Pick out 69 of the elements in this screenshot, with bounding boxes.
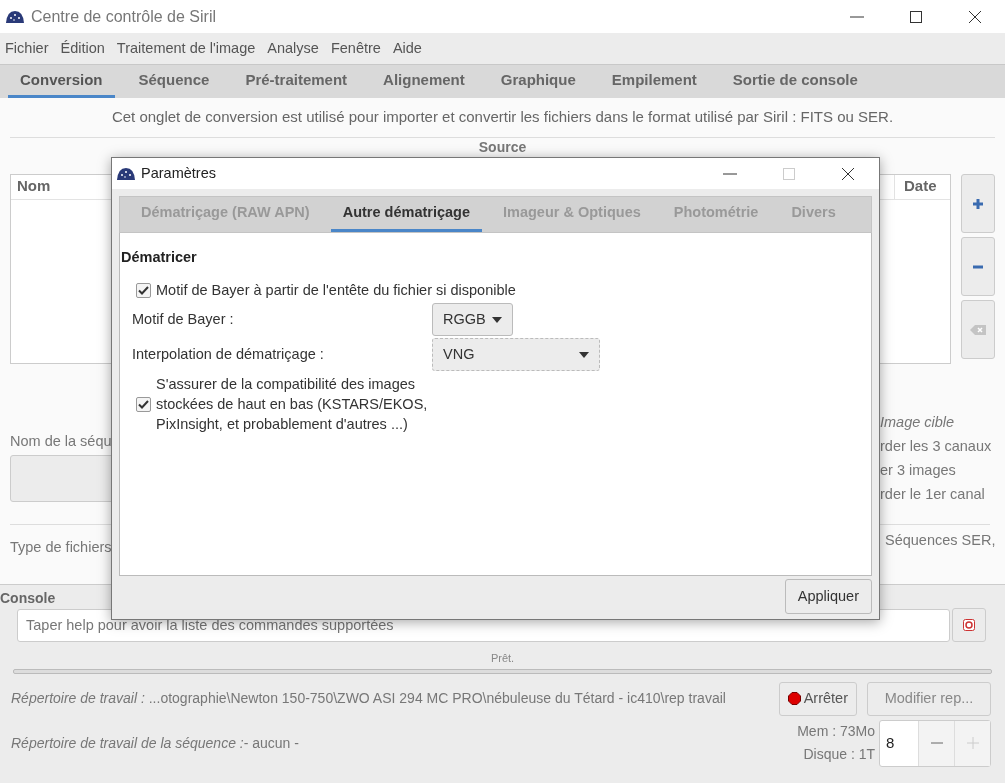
- menu-button[interactable]: RGGB: [432, 303, 513, 336]
- tab[interactable]: Conversion: [8, 65, 115, 98]
- menu-item[interactable]: Traitement de l'image: [116, 37, 256, 60]
- console-button[interactable]: [952, 608, 986, 642]
- menu-item[interactable]: Analyse: [267, 37, 319, 60]
- thread-spinner[interactable]: 8: [879, 719, 991, 767]
- maximize-icon: [782, 166, 796, 181]
- tab[interactable]: Séquence: [126, 65, 222, 98]
- column-header: Nom: [16, 176, 52, 196]
- field-label: Interpolation de dématriçage :: [132, 344, 325, 364]
- plus-icon: [972, 197, 984, 210]
- option-label: Séquences SER,: [884, 531, 997, 550]
- clear-button[interactable]: [961, 300, 995, 359]
- description-text: Cet onglet de conversion est utilisé pour importer et convertir les fichiers dans le format utilisé par Siril : FITS ou SER.: [111, 107, 894, 128]
- tab[interactable]: Empilement: [599, 65, 709, 98]
- decrement-button[interactable]: [918, 720, 954, 766]
- status-text: Prêt.: [490, 651, 515, 666]
- caret-icon: [491, 316, 502, 323]
- clear-icon: [970, 324, 986, 335]
- checkbox-label: Motif de Bayer à partir de l'entête du fichier si disponible: [156, 281, 516, 300]
- tab[interactable]: Graphique: [488, 65, 588, 98]
- disk-text: Disque : 1T: [803, 745, 875, 764]
- minimize-icon: [850, 15, 864, 18]
- stop-button[interactable]: Arrêter: [778, 681, 857, 716]
- increment-button[interactable]: [954, 720, 990, 766]
- option-label: rder le 1er canal: [880, 485, 986, 504]
- minimize-icon: [723, 172, 737, 175]
- field-label: Nom de la séqu: [10, 432, 113, 451]
- clear-console-icon: [963, 619, 975, 631]
- add-button[interactable]: [961, 174, 995, 233]
- minus-icon: [972, 264, 984, 269]
- memory-text: Mem : 73Mo: [797, 722, 875, 741]
- tab[interactable]: Sortie de console: [720, 65, 870, 98]
- tab[interactable]: Alignement: [371, 65, 477, 98]
- working-directory-text: Répertoire de travail : ...otographie\Newton 150-750\ZWO ASI 294 MC PRO\nébuleuse du Tétard - ic410\rep travail: [11, 689, 726, 708]
- plus-icon: [966, 737, 979, 749]
- menu-item[interactable]: Édition: [60, 37, 105, 60]
- remove-button[interactable]: [961, 237, 995, 296]
- dropdown[interactable]: VNG: [432, 338, 600, 371]
- section-title: Source: [478, 139, 527, 156]
- section-title: Dématricer: [121, 249, 197, 265]
- menu-item[interactable]: Fichier: [5, 37, 49, 60]
- check-icon: [138, 399, 149, 409]
- check-icon: [138, 285, 149, 295]
- checkbox[interactable]: [136, 396, 151, 412]
- close-icon: [968, 9, 982, 24]
- app-logo-icon: [5, 9, 25, 24]
- menu-item[interactable]: Aide: [392, 37, 422, 60]
- sequence-directory-text: Répertoire de travail de la séquence :- aucun -: [11, 733, 299, 753]
- minus-icon: [930, 742, 943, 744]
- dialog-title: Paramètres: [141, 163, 216, 183]
- caret-icon: [579, 351, 589, 358]
- maximize-icon: [909, 9, 923, 24]
- stop-icon: [787, 692, 801, 705]
- tab[interactable]: Pré-traitement: [233, 65, 360, 98]
- column-header: Date: [894, 175, 950, 199]
- apply-button[interactable]: Appliquer: [784, 579, 872, 614]
- app-logo-icon: [116, 166, 136, 181]
- section-title: Image cible: [880, 413, 956, 432]
- window-title: Centre de contrôle de Siril: [31, 6, 216, 27]
- option-label: rder les 3 canaux: [880, 437, 993, 456]
- close-icon: [841, 166, 855, 181]
- field-label: Type de fichiers: [10, 538, 113, 557]
- checkbox-label: S'assurer de la compatibilité des images stockées de haut en bas (KSTARS/EKOS, PixInsight, et probablement d'autres ...): [156, 375, 429, 434]
- field-label: Motif de Bayer :: [132, 309, 235, 329]
- menu-item[interactable]: Fenêtre: [330, 37, 381, 60]
- console-title: Console: [0, 589, 56, 608]
- checkbox[interactable]: [136, 282, 151, 298]
- option-label: er 3 images: [880, 461, 957, 480]
